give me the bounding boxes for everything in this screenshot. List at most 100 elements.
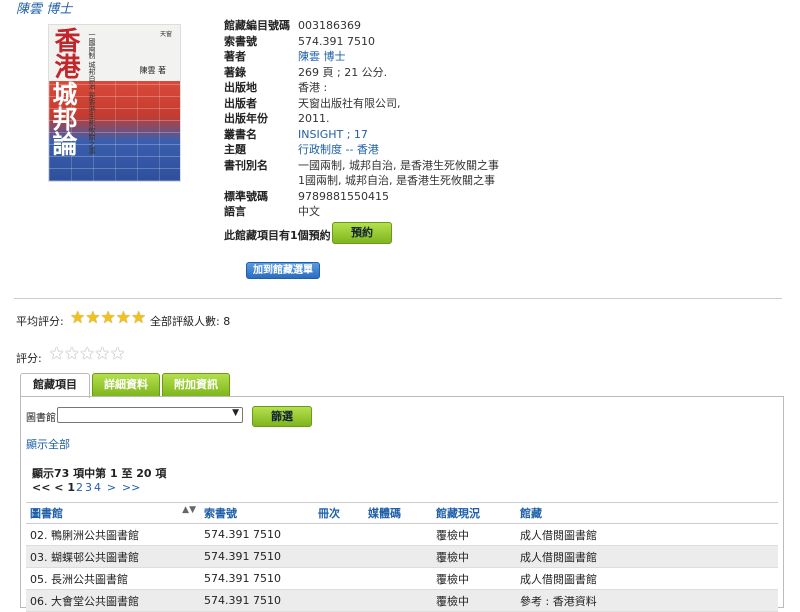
col-status[interactable]: 館藏現況 bbox=[432, 502, 516, 524]
pager-page-2[interactable]: 2 bbox=[76, 481, 83, 494]
col-collection[interactable]: 館藏 bbox=[516, 502, 778, 524]
detail-value: 574.391 7510 bbox=[298, 34, 375, 48]
star-icon: ★ bbox=[131, 308, 147, 328]
library-filter-label: 圖書館 bbox=[26, 413, 56, 424]
detail-value: 003186369 bbox=[298, 19, 361, 32]
table-cell bbox=[364, 567, 432, 590]
pager-next[interactable]: > bbox=[107, 481, 116, 494]
table-cell: 覆檢中 bbox=[432, 545, 516, 568]
table-cell bbox=[314, 589, 364, 612]
record-details: 館藏編目號碼 003186369 索書號 574.391 7510 著者 陳雲 博士 著錄 2… bbox=[224, 18, 499, 220]
detail-label: 索書號 bbox=[224, 34, 257, 48]
star-icon[interactable]: ★ bbox=[80, 346, 95, 363]
pager-first[interactable]: << bbox=[32, 481, 50, 494]
star-icon[interactable]: ★ bbox=[64, 346, 79, 363]
average-rating-label: 平均評分: bbox=[16, 315, 64, 328]
tab-additional-info[interactable]: 附加資訊 bbox=[162, 373, 230, 397]
col-volume[interactable]: 冊次 bbox=[314, 502, 364, 524]
detail-label: 書刊別名 bbox=[224, 158, 268, 172]
add-to-list-button[interactable]: 加到館藏選單 bbox=[246, 262, 320, 279]
sort-icon[interactable]: ▲▼ bbox=[182, 505, 196, 515]
table-cell: 574.391 7510 bbox=[200, 545, 314, 568]
pagination: << < 12 3 4 > >> bbox=[32, 481, 141, 494]
detail-value: 269 頁 ; 21 公分. bbox=[298, 65, 388, 79]
show-all-link[interactable]: 顯示全部 bbox=[26, 436, 70, 452]
detail-value-link[interactable]: 行政制度 -- 香港 bbox=[298, 142, 379, 158]
table-cell: 覆檢中 bbox=[432, 523, 516, 546]
pager-page-3[interactable]: 3 bbox=[85, 481, 92, 494]
divider bbox=[14, 298, 782, 299]
detail-row: 館藏編目號碼 003186369 bbox=[224, 18, 499, 34]
pager-last[interactable]: >> bbox=[122, 481, 140, 494]
table-cell: 574.391 7510 bbox=[200, 523, 314, 546]
detail-value: 1國兩制, 城邦自治, 是香港生死攸關之事 bbox=[298, 174, 495, 187]
filter-button[interactable]: 篩選 bbox=[252, 406, 312, 427]
table-row: 06. 大會堂公共圖書館 574.391 7510 覆檢中 參考 : 香港資料 bbox=[26, 589, 778, 612]
col-library[interactable]: 圖書館 ▲▼ bbox=[26, 502, 200, 524]
col-call-number[interactable]: 索書號 bbox=[200, 502, 314, 524]
table-cell bbox=[314, 545, 364, 568]
star-icon: ★ bbox=[70, 308, 86, 328]
tab-holdings[interactable]: 館藏項目 bbox=[20, 373, 90, 398]
detail-value-link[interactable]: INSIGHT ; 17 bbox=[298, 127, 368, 143]
tab-details[interactable]: 詳細資料 bbox=[92, 373, 160, 397]
detail-row: 出版地 香港 : bbox=[224, 80, 499, 96]
col-media-code[interactable]: 媒體碼 bbox=[364, 502, 432, 524]
table-cell bbox=[314, 567, 364, 590]
detail-value: 天窗出版社有限公司, bbox=[298, 96, 401, 110]
table-cell: 03. 蝴蝶邨公共圖書館 bbox=[26, 545, 200, 568]
detail-label: 主題 bbox=[224, 143, 246, 156]
detail-label: 語言 bbox=[224, 205, 246, 218]
detail-label: 出版地 bbox=[224, 81, 257, 94]
result-range-text: 顯示73 項中第 1 至 20 項 bbox=[32, 467, 167, 480]
detail-row: 標準號碼 9789881550415 bbox=[224, 189, 499, 205]
star-icon[interactable]: ★ bbox=[110, 346, 125, 363]
rating-count: 全部評級人數: 8 bbox=[150, 315, 231, 328]
user-rating-label: 評分: bbox=[16, 352, 42, 365]
table-cell: 覆檢中 bbox=[432, 589, 516, 612]
star-icon[interactable]: ★ bbox=[95, 346, 110, 363]
detail-row: 著錄 269 頁 ; 21 公分. bbox=[224, 65, 499, 81]
star-icon[interactable]: ★ bbox=[49, 346, 64, 363]
author-header-link[interactable]: 陳雲 博士 bbox=[16, 0, 72, 17]
detail-row: 語言 中文 bbox=[224, 204, 499, 220]
reserve-button[interactable]: 預約 bbox=[332, 222, 392, 244]
table-cell: 574.391 7510 bbox=[200, 567, 314, 590]
table-cell bbox=[364, 545, 432, 568]
detail-label: 叢書名 bbox=[224, 127, 257, 141]
hold-count-text: 此館藏項目有1個預約 bbox=[224, 229, 331, 242]
detail-row: 著者 陳雲 博士 bbox=[224, 49, 499, 65]
table-cell: 574.391 7510 bbox=[200, 589, 314, 612]
table-cell: 覆檢中 bbox=[432, 567, 516, 590]
table-cell: 成人借閱圖書館 bbox=[516, 523, 778, 546]
detail-value: 一國兩制, 城邦自治, 是香港生死攸關之事 bbox=[298, 158, 499, 172]
table-row: 03. 蝴蝶邨公共圖書館 574.391 7510 覆檢中 成人借閱圖書館 bbox=[26, 545, 778, 568]
detail-value: 中文 bbox=[298, 205, 320, 218]
detail-value-link[interactable]: 陳雲 博士 bbox=[298, 49, 346, 65]
detail-label: 館藏編目號碼 bbox=[224, 19, 290, 32]
detail-row: 出版者 天窗出版社有限公司, bbox=[224, 96, 499, 112]
book-cover: 香港 城邦論 一國兩制 城邦自治 是香港生死攸關之事 天窗 陳雲 著 bbox=[48, 24, 181, 182]
pager-prev[interactable]: < bbox=[54, 481, 63, 494]
cover-title-top: 香港 bbox=[50, 27, 80, 79]
table-cell: 05. 長洲公共圖書館 bbox=[26, 567, 200, 590]
chevron-down-icon: ▼ bbox=[232, 408, 239, 418]
detail-label: 出版年份 bbox=[224, 112, 268, 125]
detail-value: 2011. bbox=[298, 112, 330, 125]
holdings-table: 圖書館 ▲▼ 索書號 冊次 媒體碼 館藏現況 館藏 02. 鴨脷洲公共圖書館 574… bbox=[26, 502, 778, 612]
detail-label: 著錄 bbox=[224, 65, 246, 79]
average-rating-stars: ★ ★ ★ ★ ★ bbox=[70, 310, 146, 327]
detail-value: 香港 : bbox=[298, 81, 328, 94]
table-cell: 06. 大會堂公共圖書館 bbox=[26, 589, 200, 612]
detail-label: 標準號碼 bbox=[224, 189, 268, 203]
detail-value: 9789881550415 bbox=[298, 189, 389, 203]
pager-page-4[interactable]: 4 bbox=[94, 481, 101, 494]
detail-label: 出版者 bbox=[224, 96, 257, 110]
cover-title-bottom: 城邦論 bbox=[49, 81, 78, 156]
table-row: 05. 長洲公共圖書館 574.391 7510 覆檢中 成人借閱圖書館 bbox=[26, 567, 778, 590]
table-cell: 參考 : 香港資料 bbox=[516, 589, 778, 612]
table-cell bbox=[314, 523, 364, 546]
user-rating-stars[interactable]: ★ ★ ★ ★ ★ bbox=[49, 346, 125, 363]
table-cell: 02. 鴨脷洲公共圖書館 bbox=[26, 523, 200, 546]
library-select[interactable]: ▼ bbox=[57, 407, 243, 423]
